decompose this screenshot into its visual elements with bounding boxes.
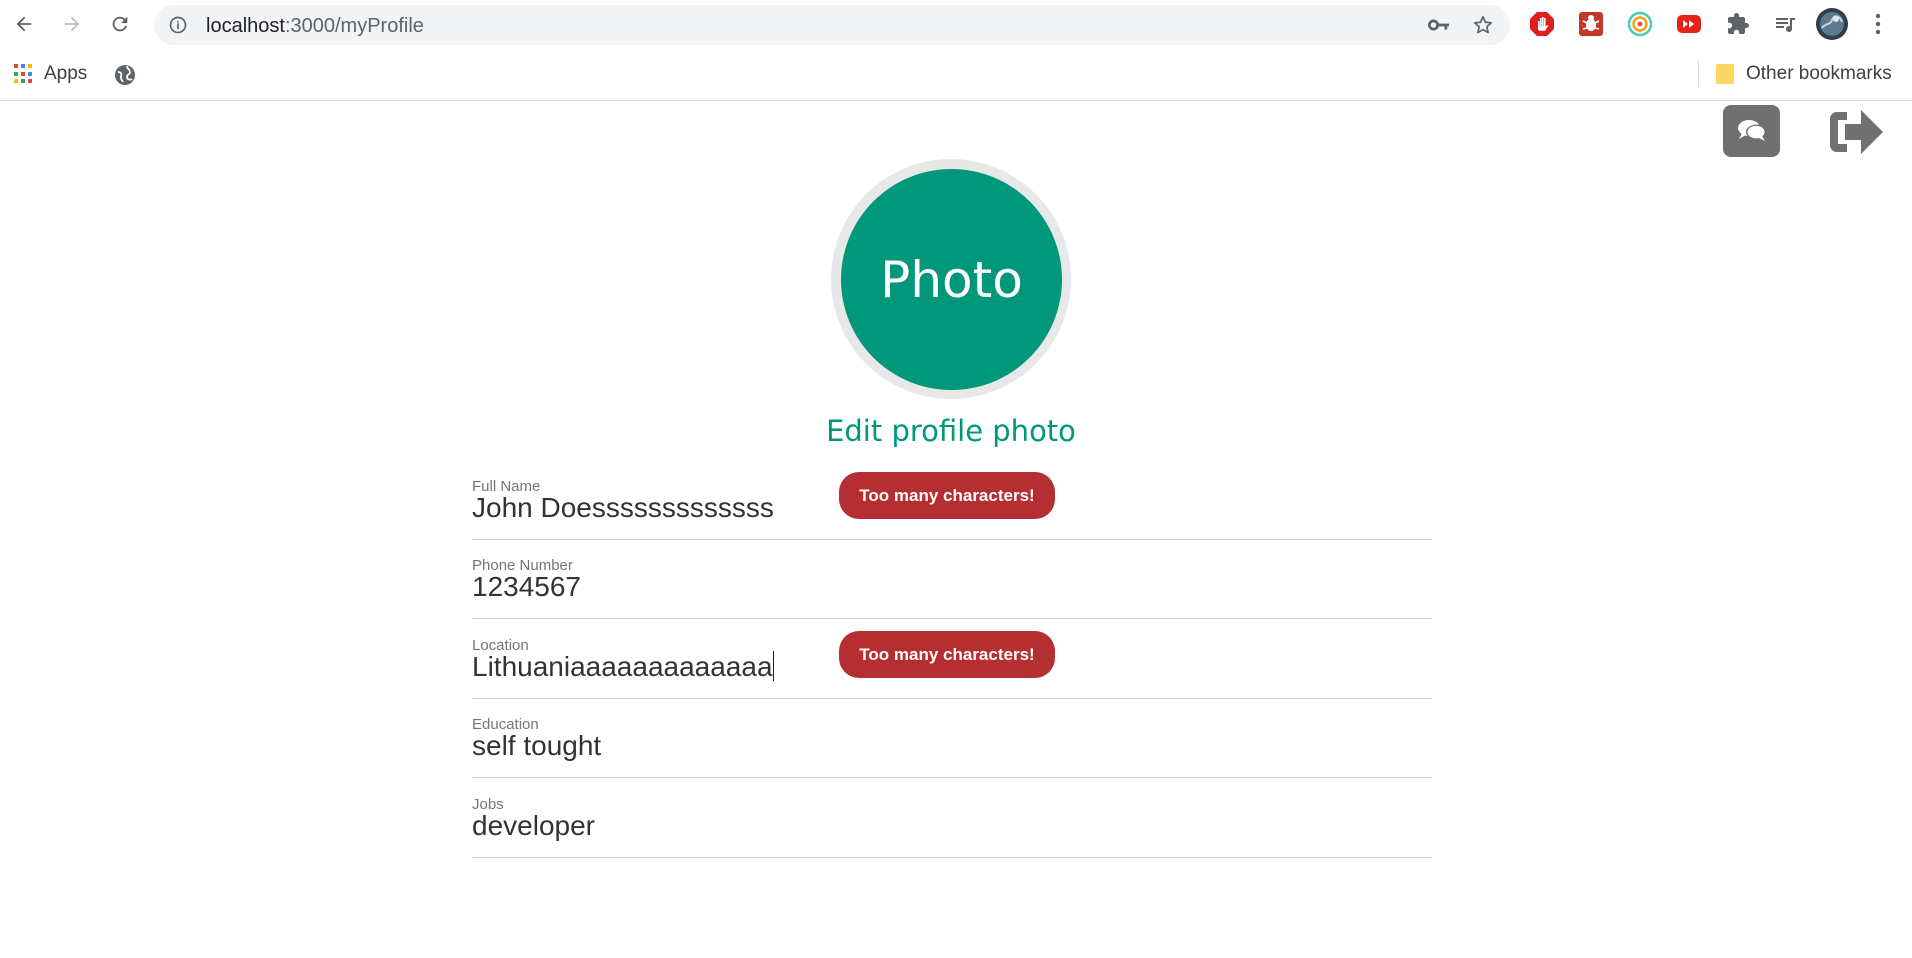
text-caret bbox=[772, 651, 774, 681]
info-icon[interactable] bbox=[168, 15, 188, 35]
profile-page: Photo Edit profile photo Full Name John … bbox=[0, 101, 1912, 958]
photo-placeholder-text: Photo bbox=[880, 250, 1023, 309]
apps-bookmark[interactable]: Apps bbox=[14, 63, 87, 85]
folder-icon bbox=[1716, 64, 1734, 84]
location-value: Lithuaniaaaaaaaaaaaaa bbox=[472, 651, 773, 682]
extension-target[interactable] bbox=[1626, 10, 1654, 38]
browser-menu-button[interactable] bbox=[1864, 10, 1892, 38]
education-input[interactable]: self tought bbox=[472, 730, 601, 762]
back-button[interactable] bbox=[8, 8, 40, 40]
apps-label: Apps bbox=[44, 63, 88, 84]
jobs-input[interactable]: developer bbox=[472, 810, 595, 842]
bug-icon bbox=[1579, 12, 1603, 36]
extension-video[interactable] bbox=[1675, 10, 1703, 38]
kebab-menu-icon bbox=[1875, 13, 1881, 35]
error-badge: Too many characters! bbox=[839, 472, 1055, 519]
target-icon bbox=[1627, 11, 1653, 37]
chat-bubbles-icon bbox=[1737, 120, 1766, 141]
full-name-input[interactable]: John Doesssssssssssss bbox=[472, 492, 774, 524]
phone-number-field[interactable]: Phone Number 1234567 bbox=[472, 557, 1432, 619]
other-bookmarks-label: Other bookmarks bbox=[1746, 63, 1892, 84]
extensions-button[interactable] bbox=[1724, 10, 1752, 38]
key-icon[interactable] bbox=[1428, 15, 1450, 35]
apps-grid-icon bbox=[14, 64, 34, 84]
chat-button[interactable] bbox=[1723, 105, 1780, 157]
extension-bug[interactable] bbox=[1577, 10, 1605, 38]
phone-number-input[interactable]: 1234567 bbox=[472, 571, 581, 603]
url-host: localhost bbox=[206, 15, 285, 37]
sign-out-icon bbox=[1830, 110, 1883, 154]
media-control-button[interactable] bbox=[1771, 10, 1799, 38]
globe-icon[interactable] bbox=[113, 63, 137, 87]
logout-button[interactable] bbox=[1826, 106, 1888, 158]
location-input[interactable]: Lithuaniaaaaaaaaaaaaa bbox=[472, 651, 774, 683]
error-badge: Too many characters! bbox=[839, 631, 1055, 678]
extension-adblock[interactable] bbox=[1528, 10, 1556, 38]
avatar-icon bbox=[1816, 8, 1848, 40]
star-icon[interactable] bbox=[1472, 14, 1494, 36]
profile-avatar[interactable] bbox=[1815, 7, 1849, 41]
profile-photo[interactable]: Photo bbox=[841, 169, 1062, 390]
bookmarks-bar: Apps Other bookmarks bbox=[0, 49, 1912, 101]
other-bookmarks[interactable]: Other bookmarks bbox=[1716, 63, 1892, 85]
playlist-icon bbox=[1776, 18, 1795, 33]
bookmarks-divider bbox=[1698, 61, 1699, 87]
arrow-left-icon bbox=[16, 16, 32, 32]
stop-hand-icon bbox=[1530, 12, 1554, 36]
browser-toolbar: localhost:3000/myProfile bbox=[0, 0, 1912, 49]
arrow-right-icon bbox=[64, 16, 80, 32]
address-bar[interactable]: localhost:3000/myProfile bbox=[154, 5, 1510, 45]
puzzle-icon bbox=[1728, 13, 1749, 34]
jobs-field[interactable]: Jobs developer bbox=[472, 796, 1432, 858]
education-field[interactable]: Education self tought bbox=[472, 716, 1432, 778]
reload-button[interactable] bbox=[104, 8, 136, 40]
edit-profile-photo-link[interactable]: Edit profile photo bbox=[0, 414, 1902, 448]
forward-button[interactable] bbox=[56, 8, 88, 40]
url-text[interactable]: localhost:3000/myProfile bbox=[206, 15, 424, 38]
fast-forward-icon bbox=[1677, 15, 1701, 33]
url-path: :3000/myProfile bbox=[284, 15, 424, 37]
reload-icon bbox=[112, 16, 128, 32]
